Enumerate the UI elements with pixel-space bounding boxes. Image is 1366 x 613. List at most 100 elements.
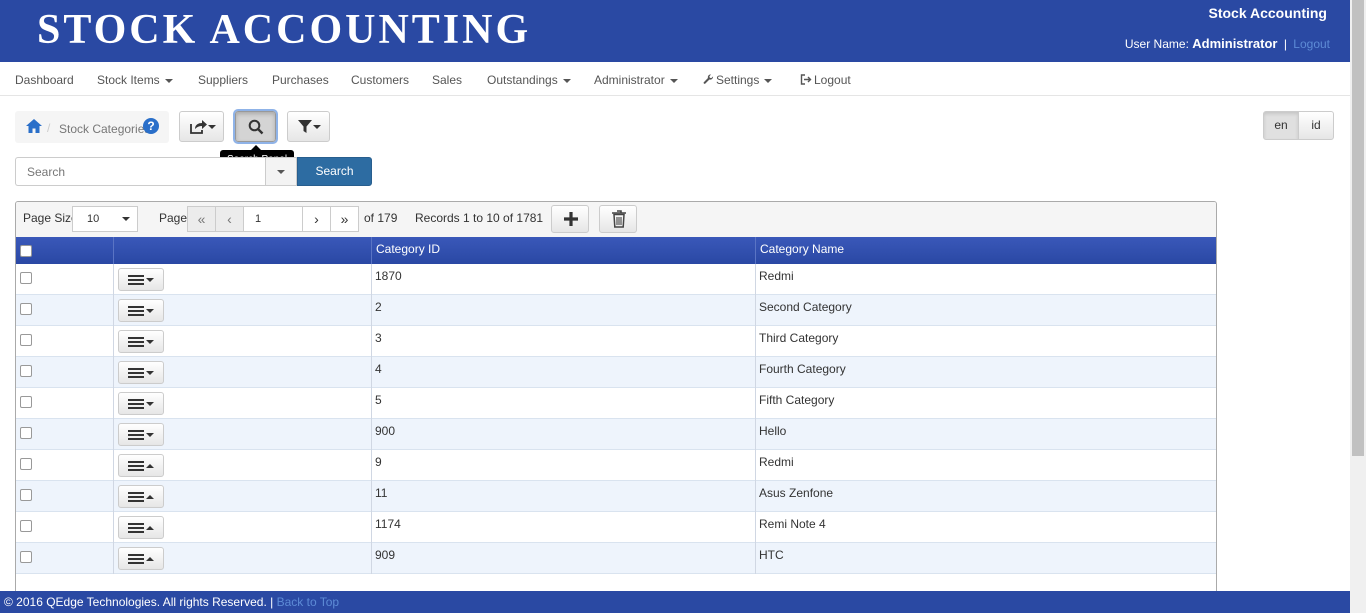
row-actions-button[interactable] — [118, 299, 164, 322]
lang-id-button[interactable]: id — [1298, 111, 1334, 140]
prev-page-button[interactable]: ‹ — [215, 206, 244, 232]
category-id: 1174 — [375, 517, 401, 531]
category-name-cell: Remi Note 4 — [756, 512, 1216, 543]
menu-icon — [128, 306, 144, 316]
row-actions-button[interactable] — [118, 392, 164, 415]
category-id-cell: 1870 — [372, 264, 756, 295]
delete-records-button[interactable] — [599, 205, 637, 233]
row-actions-button[interactable] — [118, 330, 164, 353]
category-name-cell: Asus Zenfone — [756, 481, 1216, 512]
category-name: Asus Zenfone — [759, 486, 834, 500]
trash-icon — [612, 210, 626, 228]
footer-separator: | — [270, 595, 274, 609]
category-id: 2 — [375, 300, 382, 314]
breadcrumb-separator: / — [47, 121, 51, 135]
next-page-button[interactable]: › — [302, 206, 331, 232]
table-row[interactable]: 900 Hello — [16, 419, 1216, 450]
chevron-down-icon — [277, 170, 285, 174]
page-count: of 179 — [364, 211, 398, 225]
table-row[interactable]: 3 Third Category — [16, 326, 1216, 357]
nav-stock-items[interactable]: Stock Items — [97, 73, 173, 87]
table-row[interactable]: 9 Redmi — [16, 450, 1216, 481]
back-to-top-link[interactable]: Back to Top — [277, 595, 339, 609]
row-actions-cell — [16, 450, 372, 481]
category-name: Hello — [759, 424, 787, 438]
search-input[interactable] — [15, 157, 266, 186]
nav-suppliers[interactable]: Suppliers — [198, 73, 248, 87]
breadcrumb-current: Stock Categories — [59, 122, 151, 136]
page-size-select[interactable]: 10 — [72, 206, 138, 232]
nav-outstandings-label: Outstandings — [487, 73, 558, 87]
row-actions-cell — [16, 388, 372, 419]
search-panel-button[interactable] — [233, 109, 278, 144]
table-row[interactable]: 11 Asus Zenfone — [16, 481, 1216, 512]
row-actions-button[interactable] — [118, 547, 164, 570]
nav-dashboard-label: Dashboard — [15, 73, 74, 87]
row-actions-cell — [16, 512, 372, 543]
table-row[interactable]: 1870 Redmi — [16, 264, 1216, 295]
row-actions-button[interactable] — [118, 423, 164, 446]
page-scrollbar[interactable] — [1350, 0, 1366, 613]
category-id: 9 — [375, 455, 382, 469]
first-page-button[interactable]: « — [187, 206, 216, 232]
table-row[interactable]: 4 Fourth Category — [16, 357, 1216, 388]
chevron-down-icon — [164, 78, 173, 83]
nav-administrator[interactable]: Administrator — [594, 73, 678, 87]
help-icon[interactable]: ? — [143, 118, 159, 134]
header-logout-link[interactable]: Logout — [1293, 37, 1330, 51]
row-actions-button[interactable] — [118, 454, 164, 477]
nav-dashboard[interactable]: Dashboard — [15, 73, 74, 87]
filter-icon — [298, 120, 312, 133]
row-actions-button[interactable] — [118, 516, 164, 539]
home-icon[interactable] — [25, 118, 43, 137]
nav-sales-label: Sales — [432, 73, 463, 87]
category-id: 11 — [375, 486, 388, 500]
menu-icon — [128, 523, 144, 533]
page-label: Page — [159, 211, 188, 225]
caret-down-icon — [146, 309, 154, 313]
filter-button[interactable] — [287, 111, 330, 142]
nav-purchases[interactable]: Purchases — [272, 73, 329, 87]
table-row[interactable]: 2 Second Category — [16, 295, 1216, 326]
category-name-cell: Fifth Category — [756, 388, 1216, 419]
menu-icon — [128, 337, 144, 347]
table-row[interactable]: 1174 Remi Note 4 — [16, 512, 1216, 543]
row-actions-cell — [16, 264, 372, 295]
lang-en-button[interactable]: en — [1263, 111, 1299, 140]
row-actions-button[interactable] — [118, 268, 164, 291]
row-actions-button[interactable] — [118, 361, 164, 384]
search-button[interactable]: Search — [297, 157, 372, 186]
menu-icon — [128, 492, 144, 502]
chevron-down-icon — [208, 125, 216, 129]
share-icon — [190, 120, 207, 134]
column-header-category-id[interactable]: Category ID — [372, 237, 756, 264]
copyright-text: © 2016 QEdge Technologies. All rights Re… — [4, 595, 267, 609]
breadcrumb: / Stock Categories ? — [15, 111, 169, 143]
export-button[interactable] — [179, 111, 224, 142]
nav-sales[interactable]: Sales — [432, 73, 462, 87]
add-record-button[interactable] — [551, 205, 589, 233]
nav-customers[interactable]: Customers — [351, 73, 409, 87]
select-all-checkbox[interactable] — [20, 245, 32, 257]
row-actions-cell — [16, 481, 372, 512]
column-header-category-name-label: Category Name — [760, 242, 845, 256]
category-id: 4 — [375, 362, 382, 376]
nav-customers-label: Customers — [351, 73, 410, 87]
column-header-category-name[interactable]: Category Name — [756, 237, 1216, 264]
category-id-cell: 900 — [372, 419, 756, 450]
row-actions-button[interactable] — [118, 485, 164, 508]
search-options-dropdown[interactable] — [265, 157, 297, 186]
nav-outstandings[interactable]: Outstandings — [487, 73, 571, 87]
table-row[interactable]: 5 Fifth Category — [16, 388, 1216, 419]
category-name: Fourth Category — [759, 362, 846, 376]
nav-logout[interactable]: Logout — [800, 73, 851, 87]
table-row[interactable]: 909 HTC — [16, 543, 1216, 574]
nav-settings[interactable]: Settings — [703, 73, 773, 87]
nav-settings-label: Settings — [716, 73, 760, 87]
page-number-input[interactable]: 1 — [243, 206, 304, 232]
last-page-button[interactable]: » — [330, 206, 359, 232]
menu-icon — [128, 554, 144, 564]
caret-up-icon — [146, 464, 154, 468]
scrollbar-thumb[interactable] — [1352, 0, 1364, 456]
chevron-down-icon — [562, 78, 571, 83]
